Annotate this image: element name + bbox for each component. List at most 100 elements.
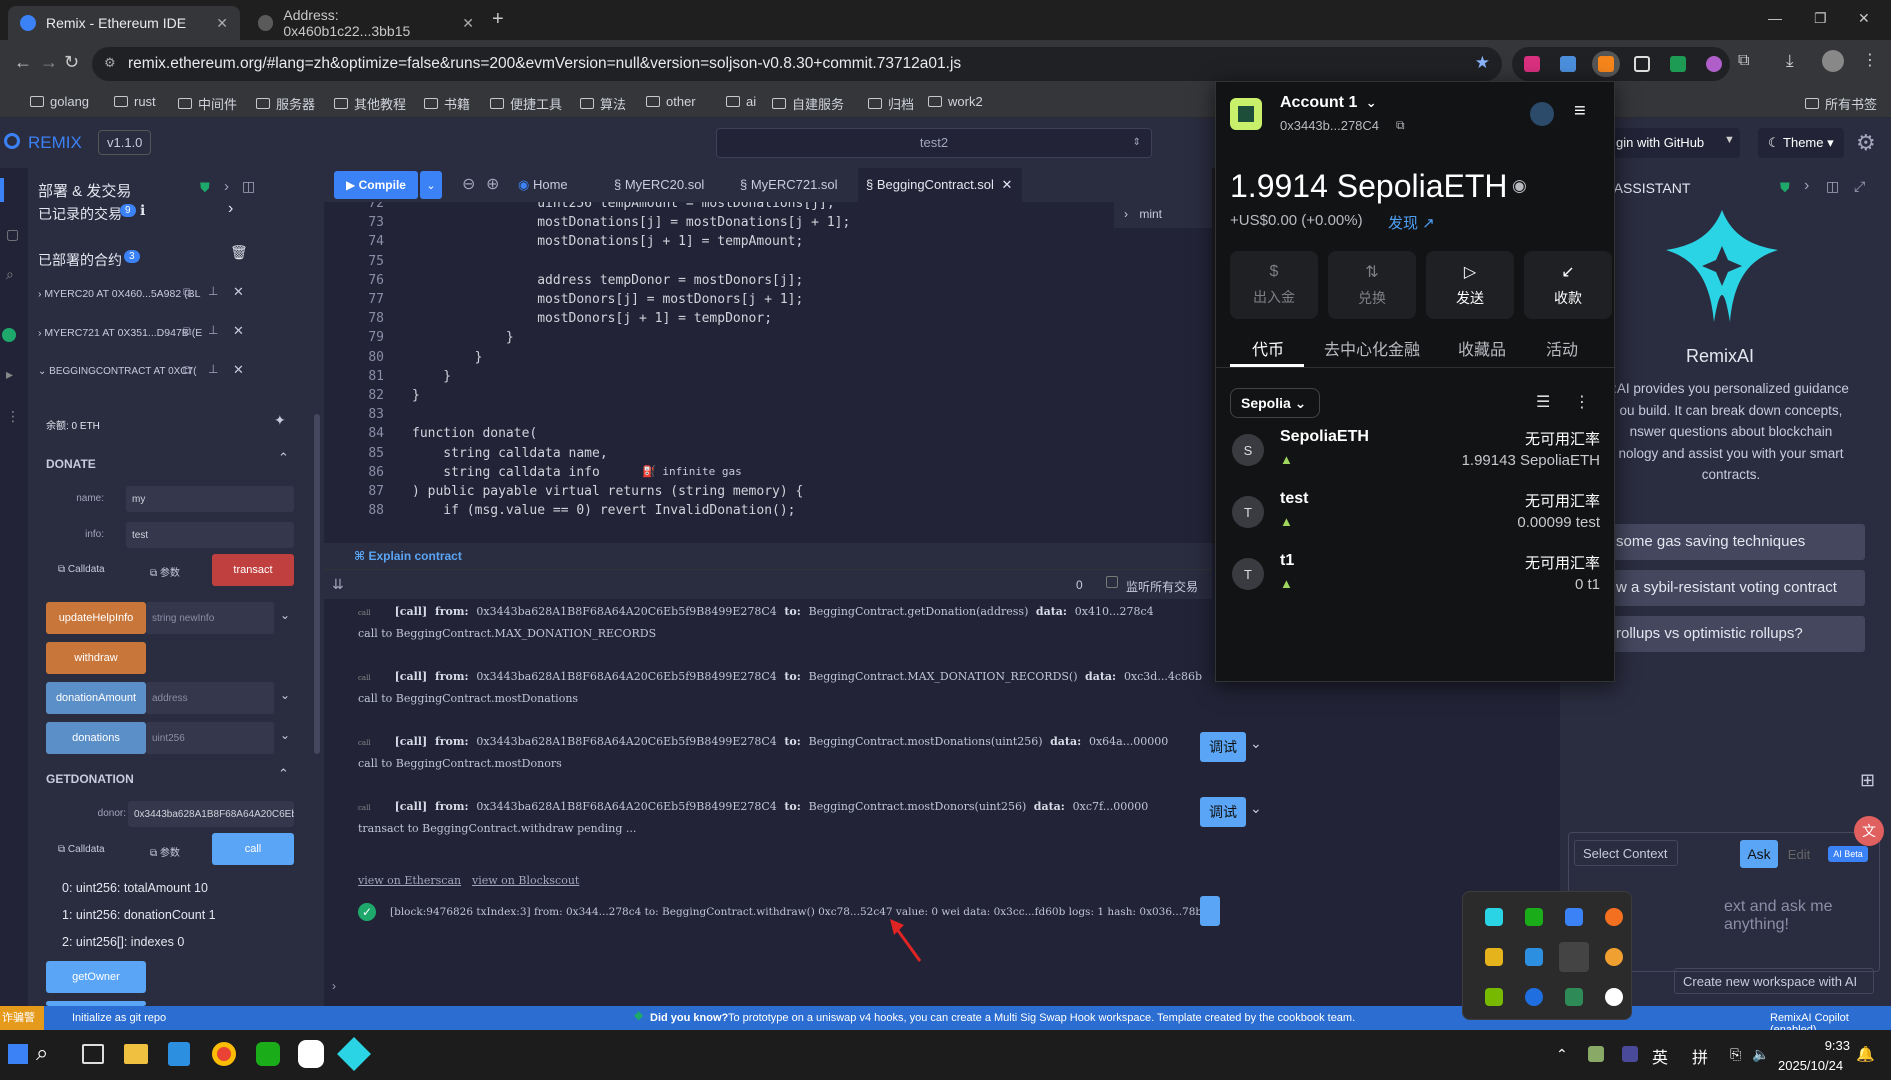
- login-github-button[interactable]: gin with GitHub: [1614, 128, 1740, 158]
- log-entry[interactable]: call [call] from: 0x3443ba628A1B8F68A64A2…: [358, 800, 1152, 813]
- get-owner-button[interactable]: getOwner: [46, 961, 146, 993]
- ime-mode[interactable]: 拼: [1692, 1044, 1708, 1068]
- chevron-down-icon[interactable]: ⌄: [280, 688, 290, 702]
- tray-app-icon[interactable]: [1565, 908, 1583, 926]
- token-row[interactable]: T t1 ▲ 无可用汇率 0 t1: [1232, 548, 1600, 604]
- tab-activity[interactable]: 活动: [1546, 336, 1578, 360]
- restore-icon[interactable]: ❐: [1814, 10, 1827, 27]
- extensions-puzzle-icon[interactable]: ⧉: [1738, 52, 1749, 70]
- call-button[interactable]: call: [212, 833, 294, 865]
- create-workspace-ai-button[interactable]: Create new workspace with AI: [1674, 968, 1874, 994]
- donate-info-input[interactable]: test: [126, 522, 294, 548]
- pin-icon[interactable]: ⊥: [208, 323, 218, 337]
- bookmark-folder[interactable]: work2: [928, 94, 983, 109]
- copy-icon[interactable]: ⧉: [183, 324, 192, 339]
- donations-button[interactable]: donations: [46, 722, 146, 754]
- chevron-right-icon[interactable]: ›: [224, 178, 229, 195]
- search-tool-icon[interactable]: [1605, 948, 1623, 966]
- extension-icon[interactable]: [1670, 56, 1686, 72]
- token-row[interactable]: T test ▲ 无可用汇率 0.00099 test: [1232, 486, 1600, 542]
- file-tab[interactable]: § MyERC721.sol: [740, 177, 838, 192]
- bookmark-folder[interactable]: rust: [114, 94, 156, 109]
- terminal-prompt[interactable]: ›: [332, 979, 336, 993]
- tx-receipt-line[interactable]: [block:9476826 txIndex:3] from: 0x344...…: [390, 906, 1216, 918]
- discover-link[interactable]: 发现 ↗: [1388, 212, 1435, 233]
- close-icon[interactable]: ✕: [1002, 177, 1013, 192]
- task-view-icon[interactable]: [82, 1044, 104, 1064]
- tab-nfts[interactable]: 收藏品: [1458, 336, 1506, 360]
- debug-icon[interactable]: ▸: [6, 366, 13, 383]
- close-icon[interactable]: ✕: [233, 362, 244, 378]
- log-entry[interactable]: call [call] from: 0x3443ba628A1B8F68A64A2…: [358, 735, 1172, 748]
- metamask-extension-icon[interactable]: [1592, 51, 1620, 77]
- collapse-terminal-icon[interactable]: ⇊: [332, 576, 344, 593]
- copy-icon[interactable]: ⧉: [183, 363, 192, 378]
- donations-input[interactable]: uint256: [146, 722, 274, 754]
- settings-gear-icon[interactable]: ⚙: [1856, 130, 1876, 156]
- file-explorer-icon[interactable]: [124, 1044, 148, 1064]
- donation-amount-input[interactable]: address: [146, 682, 274, 714]
- reload-icon[interactable]: ↻: [64, 52, 79, 73]
- select-context-button[interactable]: Select Context: [1574, 840, 1678, 866]
- bookmark-folder[interactable]: other: [646, 94, 696, 109]
- ask-mode-button[interactable]: Ask: [1740, 840, 1778, 868]
- chevron-up-icon[interactable]: ⌃: [1556, 1046, 1568, 1063]
- new-tab-icon[interactable]: +: [492, 8, 504, 31]
- tab-defi[interactable]: 去中心化金融: [1324, 336, 1420, 360]
- donate-name-input[interactable]: my: [126, 486, 294, 512]
- translate-icon[interactable]: 文: [1854, 816, 1884, 846]
- bookmark-folder[interactable]: 书籍: [424, 94, 470, 113]
- tray-app-icon[interactable]: [1525, 948, 1543, 966]
- minimize-icon[interactable]: —: [1768, 10, 1782, 26]
- close-icon[interactable]: ✕: [233, 323, 244, 339]
- debug-button[interactable]: [1200, 896, 1220, 926]
- listen-all-checkbox[interactable]: [1106, 576, 1118, 588]
- pin-icon[interactable]: ⊥: [208, 362, 218, 376]
- security-icon[interactable]: [1565, 988, 1583, 1006]
- edit-mode-button[interactable]: Edit: [1780, 840, 1818, 868]
- file-explorer-icon[interactable]: ▢: [6, 226, 19, 243]
- bookmark-folder[interactable]: 服务器: [256, 94, 315, 113]
- workspace-selector[interactable]: test2 ⇕: [716, 128, 1152, 158]
- deployed-contract-row[interactable]: › MYERC721 AT 0X351...D947B (E: [38, 327, 202, 339]
- debug-button[interactable]: 调试: [1200, 732, 1246, 762]
- grid-icon[interactable]: ⊞: [1860, 770, 1875, 791]
- zoom-out-icon[interactable]: ⊖: [462, 174, 475, 194]
- tab-etherscan[interactable]: Address: 0x460b1c22...3bb15 ✕: [246, 6, 486, 40]
- deployed-contract-row[interactable]: ⌄ BEGGINGCONTRACT AT 0XC7(: [38, 366, 196, 377]
- vscode-icon[interactable]: [168, 1042, 190, 1066]
- qq-icon[interactable]: [1605, 988, 1623, 1006]
- zoom-in-icon[interactable]: ⊕: [486, 174, 499, 194]
- scam-alert[interactable]: 诈骗警报: [0, 1006, 44, 1048]
- wechat-icon[interactable]: [256, 1042, 280, 1066]
- hamburger-menu-icon[interactable]: ≡: [1574, 100, 1586, 123]
- volume-icon[interactable]: 🔈: [1752, 1046, 1769, 1063]
- bluetooth-icon[interactable]: [1525, 988, 1543, 1006]
- translate-extension-icon[interactable]: [1524, 56, 1540, 72]
- extension-icon[interactable]: [1706, 56, 1722, 72]
- explain-contract-button[interactable]: ⌘ Explain contract: [354, 549, 462, 563]
- close-icon[interactable]: ✕: [233, 284, 244, 300]
- calldata-button[interactable]: ⧉ Calldata: [58, 564, 105, 575]
- profile-avatar[interactable]: [1822, 50, 1844, 72]
- more-options-icon[interactable]: ⋮: [1574, 392, 1590, 412]
- log-entry[interactable]: call [call] from: 0x3443ba628A1B8F68A64A2…: [358, 670, 1206, 683]
- code-area[interactable]: 72 uint256 tempAmount = mostDonations[j]…: [324, 202, 1212, 543]
- bookmark-folder[interactable]: 便捷工具: [490, 94, 562, 113]
- chevron-up-icon[interactable]: ⌃: [278, 766, 289, 782]
- sidebar-toggle-icon[interactable]: ◫: [1826, 178, 1839, 195]
- params-button[interactable]: ⧉ 参数: [150, 564, 180, 579]
- debug-button[interactable]: 调试: [1200, 797, 1246, 827]
- tab-remix[interactable]: Remix - Ethereum IDE ✕: [8, 6, 240, 40]
- recorded-tx-label[interactable]: 已记录的交易: [38, 204, 122, 224]
- send-button[interactable]: ▷ 发送: [1426, 251, 1514, 319]
- eye-icon[interactable]: ◉: [1512, 176, 1527, 196]
- theme-button[interactable]: ☾ Theme ▾: [1758, 128, 1844, 158]
- extension-icon[interactable]: [1560, 56, 1576, 72]
- wechat-icon[interactable]: [1525, 908, 1543, 926]
- nvidia-icon[interactable]: [1485, 988, 1503, 1006]
- windows-start-icon[interactable]: [8, 1044, 28, 1064]
- file-tab-home[interactable]: ◉ Home: [518, 177, 568, 193]
- bookmark-folder[interactable]: golang: [30, 94, 89, 109]
- expand-icon[interactable]: ⤢: [1854, 178, 1865, 195]
